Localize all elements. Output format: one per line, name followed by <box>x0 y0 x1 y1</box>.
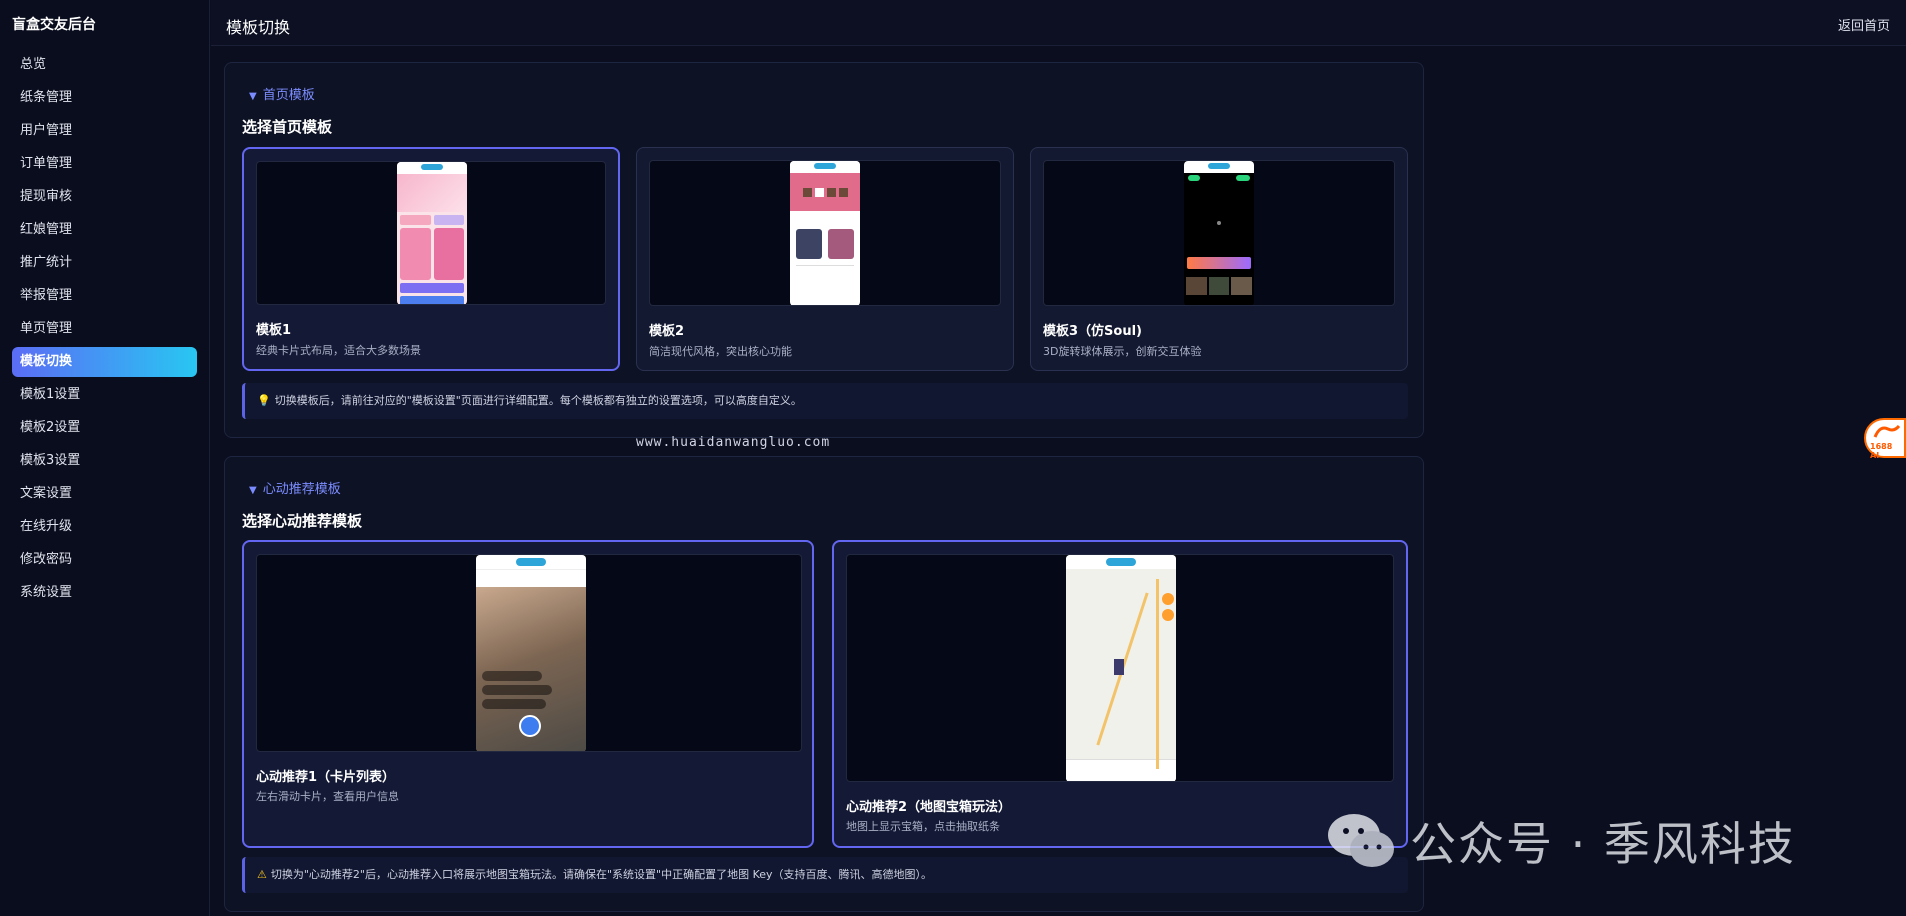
phone-preview-image <box>1066 555 1176 781</box>
heart-template-card-1[interactable]: 心动推荐1（卡片列表） 左右滑动卡片，查看用户信息 <box>242 540 814 848</box>
sidebar-nav: 总览 纸条管理 用户管理 订单管理 提现审核 红娘管理 推广统计 举报管理 单页… <box>0 50 209 608</box>
collapse-label: 心动推荐模板 <box>262 482 341 497</box>
sidebar-item-template3-settings[interactable]: 模板3设置 <box>12 446 197 476</box>
template-preview <box>256 554 802 752</box>
template-card-2[interactable]: 模板2 简洁现代风格，突出核心功能 <box>636 147 1014 371</box>
badge-label: 1688 AI <box>1870 442 1893 460</box>
home-template-collapse[interactable]: ▼ 首页模板 <box>249 84 315 103</box>
lightbulb-icon: 💡 <box>257 394 271 407</box>
sidebar-item-template-switch[interactable]: 模板切换 <box>12 347 197 377</box>
sidebar-item-template1-settings[interactable]: 模板1设置 <box>12 380 197 410</box>
template-card-3[interactable]: 模板3（仿Soul) 3D旋转球体展示，创新交互体验 <box>1030 147 1408 371</box>
sidebar-item-promotion[interactable]: 推广统计 <box>12 248 197 278</box>
template-name: 心动推荐1（卡片列表） <box>256 770 396 785</box>
template-card-1[interactable]: 模板1 经典卡片式布局，适合大多数场景 <box>242 147 620 371</box>
template-name: 模板3（仿Soul) <box>1043 324 1142 339</box>
sidebar-item-withdrawals[interactable]: 提现审核 <box>12 182 197 212</box>
phone-preview-image <box>397 162 467 304</box>
template-name: 模板2 <box>649 324 685 339</box>
sidebar-item-upgrade[interactable]: 在线升级 <box>12 512 197 542</box>
watermark-url: www.huaidanwangluo.com <box>636 435 831 450</box>
collapse-label: 首页模板 <box>262 88 315 103</box>
sidebar-item-overview[interactable]: 总览 <box>12 50 197 80</box>
sidebar-item-notes[interactable]: 纸条管理 <box>12 83 197 113</box>
template-preview <box>1043 160 1395 306</box>
sidebar: 盲盒交友后台 总览 纸条管理 用户管理 订单管理 提现审核 红娘管理 推广统计 … <box>0 0 210 916</box>
wechat-watermark-text: 公众号 · 季风科技 <box>1410 817 1796 871</box>
sidebar-item-system-settings[interactable]: 系统设置 <box>12 578 197 608</box>
sidebar-item-matchmakers[interactable]: 红娘管理 <box>12 215 197 245</box>
return-home-link[interactable]: 返回首页 <box>1838 15 1890 34</box>
phone-preview-image <box>1184 161 1254 305</box>
ai-logo-icon <box>1873 424 1901 438</box>
home-template-panel: ▼ 首页模板 选择首页模板 模板1 经典卡片式布局，适合大多数场景 模板2 简洁… <box>224 62 1424 438</box>
wechat-icon <box>1326 811 1396 871</box>
heart-template-collapse[interactable]: ▼ 心动推荐模板 <box>249 478 341 497</box>
section-heading: 选择心动推荐模板 <box>242 512 363 530</box>
warning-icon: ⚠ <box>257 868 267 881</box>
caret-down-icon: ▼ <box>249 91 257 102</box>
template-tip: ⚠ 切换为"心动推荐2"后，心动推荐入口将展示地图宝箱玩法。请确保在"系统设置"中… <box>242 857 1408 893</box>
phone-preview-image <box>790 161 860 305</box>
page-title: 模板切换 <box>226 18 291 37</box>
sidebar-item-orders[interactable]: 订单管理 <box>12 149 197 179</box>
ai-assistant-badge[interactable]: 1688 AI <box>1864 418 1906 460</box>
template-name: 模板1 <box>256 323 292 338</box>
heart-template-panel: ▼ 心动推荐模板 选择心动推荐模板 心动推荐1（卡片列表） 左右滑动卡片，查看用户… <box>224 456 1424 912</box>
sidebar-item-password[interactable]: 修改密码 <box>12 545 197 575</box>
phone-preview-image <box>476 555 586 751</box>
template-preview <box>256 161 606 305</box>
template-tip: 💡 切换模板后，请前往对应的"模板设置"页面进行详细配置。每个模板都有独立的设置选… <box>242 383 1408 419</box>
template-desc: 经典卡片式布局，适合大多数场景 <box>256 344 421 357</box>
template-preview <box>649 160 1001 306</box>
sidebar-item-reports[interactable]: 举报管理 <box>12 281 197 311</box>
caret-down-icon: ▼ <box>249 485 257 496</box>
app-title: 盲盒交友后台 <box>12 17 96 33</box>
template-desc: 简洁现代风格，突出核心功能 <box>649 345 792 358</box>
section-heading: 选择首页模板 <box>242 118 333 136</box>
tip-text: 切换为"心动推荐2"后，心动推荐入口将展示地图宝箱玩法。请确保在"系统设置"中正… <box>270 868 933 881</box>
sidebar-item-template2-settings[interactable]: 模板2设置 <box>12 413 197 443</box>
top-header: 模板切换 返回首页 <box>211 0 1906 46</box>
template-desc: 3D旋转球体展示，创新交互体验 <box>1043 345 1202 358</box>
heart-template-card-2[interactable]: 心动推荐2（地图宝箱玩法） 地图上显示宝箱，点击抽取纸条 <box>832 540 1408 848</box>
sidebar-item-users[interactable]: 用户管理 <box>12 116 197 146</box>
template-name: 心动推荐2（地图宝箱玩法） <box>846 800 1012 815</box>
template-preview <box>846 554 1394 782</box>
tip-text: 切换模板后，请前往对应的"模板设置"页面进行详细配置。每个模板都有独立的设置选项… <box>274 394 802 407</box>
template-desc: 地图上显示宝箱，点击抽取纸条 <box>846 820 1000 833</box>
template-desc: 左右滑动卡片，查看用户信息 <box>256 790 399 803</box>
wechat-watermark: 公众号 · 季风科技 <box>1326 806 1796 876</box>
sidebar-item-pages[interactable]: 单页管理 <box>12 314 197 344</box>
sidebar-item-copywriting[interactable]: 文案设置 <box>12 479 197 509</box>
